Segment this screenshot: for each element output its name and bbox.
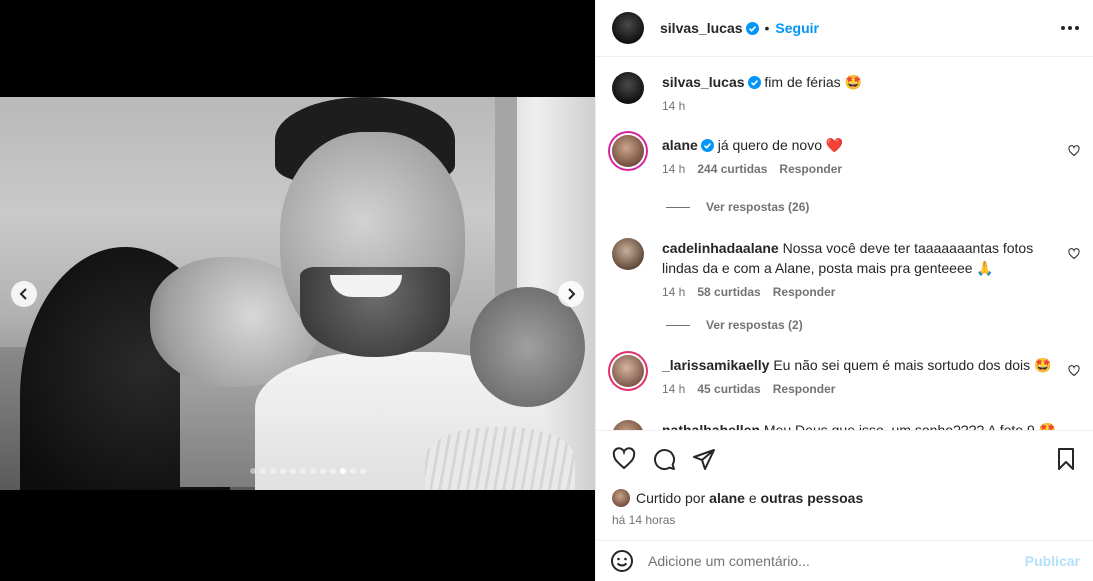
view-replies-label: Ver respostas (26): [706, 200, 810, 214]
more-options-button[interactable]: [1061, 26, 1079, 30]
comment-item: alane já quero de novo ❤️ 14 h 244 curti…: [612, 135, 1080, 179]
comment-text: Eu não sei quem é mais sortudo dos dois …: [773, 357, 1052, 373]
reply-button[interactable]: Responder: [779, 159, 842, 179]
comment-username[interactable]: cadelinhadaalane: [662, 240, 779, 256]
comment-time: 14 h: [662, 162, 686, 176]
comment-username[interactable]: nathalbahellen: [662, 422, 760, 430]
comment-likes[interactable]: 45 curtidas: [697, 379, 760, 399]
post-photo[interactable]: [0, 97, 595, 490]
comment-input[interactable]: [648, 553, 1025, 569]
media-pane: [0, 0, 595, 581]
post-details-panel: silvas_lucas • Seguir silvas_lucas fim d…: [595, 0, 1093, 581]
comment-likes[interactable]: 58 curtidas: [697, 282, 760, 302]
comment-username[interactable]: alane: [662, 137, 698, 153]
post-time[interactable]: há 14 horas: [612, 513, 1078, 527]
avatar[interactable]: [612, 420, 644, 430]
liked-by-user[interactable]: alane: [709, 490, 745, 506]
heart-icon[interactable]: [612, 447, 636, 471]
more-icon: [1061, 26, 1065, 30]
carousel-dots: [250, 468, 366, 474]
previous-photo-button[interactable]: [11, 281, 37, 307]
view-replies-label: Ver respostas (2): [706, 318, 803, 332]
share-icon[interactable]: [692, 447, 716, 471]
post-header: silvas_lucas • Seguir: [596, 0, 1093, 57]
post-modal: silvas_lucas • Seguir silvas_lucas fim d…: [0, 0, 1093, 581]
reply-button[interactable]: Responder: [773, 379, 836, 399]
heart-icon[interactable]: [1068, 145, 1080, 157]
avatar[interactable]: [612, 12, 644, 44]
liked-by-others[interactable]: outras pessoas: [761, 490, 864, 506]
comment-item: _larissamikaelly Eu não sei quem é mais …: [612, 355, 1080, 399]
verified-icon: [700, 139, 714, 152]
comment-text: já quero de novo ❤️: [717, 137, 844, 153]
reply-button[interactable]: Responder: [773, 282, 836, 302]
liked-by: Curtido por alane e outras pessoas: [612, 489, 1078, 507]
comment-text: Meu Deus que isso, um sonho???? A foto 9…: [763, 422, 1057, 430]
publish-button[interactable]: Publicar: [1025, 553, 1080, 569]
comment-time: 14 h: [662, 285, 686, 299]
chevron-left-icon: [19, 288, 27, 300]
liked-by-connector: e: [748, 490, 757, 506]
view-replies-button[interactable]: Ver respostas (26): [666, 200, 809, 214]
add-comment-bar: Publicar: [596, 540, 1093, 581]
next-photo-button[interactable]: [558, 281, 584, 307]
chevron-right-icon: [568, 288, 576, 300]
verified-icon: [747, 76, 761, 89]
separator-dot: •: [764, 20, 770, 36]
heart-icon[interactable]: [1068, 248, 1080, 260]
avatar[interactable]: [612, 489, 630, 507]
verified-icon: [745, 21, 759, 35]
caption-time: 14 h: [662, 99, 686, 113]
avatar[interactable]: [612, 355, 644, 387]
liked-by-prefix: Curtido por: [636, 490, 706, 506]
view-replies-button[interactable]: Ver respostas (2): [666, 318, 803, 332]
avatar[interactable]: [612, 72, 644, 104]
comment-item: cadelinhadaalane Nossa você deve ter taa…: [612, 238, 1080, 302]
caption: silvas_lucas fim de férias 🤩 14 h: [612, 72, 1080, 116]
comment-item: nathalbahellen Meu Deus que isso, um son…: [612, 420, 1080, 430]
comment-time: 14 h: [662, 382, 686, 396]
follow-button[interactable]: Seguir: [775, 20, 819, 36]
comment-icon[interactable]: [652, 447, 676, 471]
heart-icon[interactable]: [1068, 365, 1080, 377]
comment-likes[interactable]: 244 curtidas: [697, 159, 767, 179]
author-username[interactable]: silvas_lucas: [660, 20, 743, 36]
emoji-icon[interactable]: [610, 549, 634, 573]
comments-list[interactable]: silvas_lucas fim de férias 🤩 14 h alane …: [596, 58, 1093, 430]
caption-username[interactable]: silvas_lucas: [662, 74, 745, 90]
caption-text: fim de férias 🤩: [764, 74, 862, 90]
post-actions: Curtido por alane e outras pessoas há 14…: [596, 430, 1093, 527]
avatar[interactable]: [612, 135, 644, 167]
avatar[interactable]: [612, 238, 644, 270]
comment-username[interactable]: _larissamikaelly: [662, 357, 769, 373]
bookmark-icon[interactable]: [1054, 447, 1078, 471]
